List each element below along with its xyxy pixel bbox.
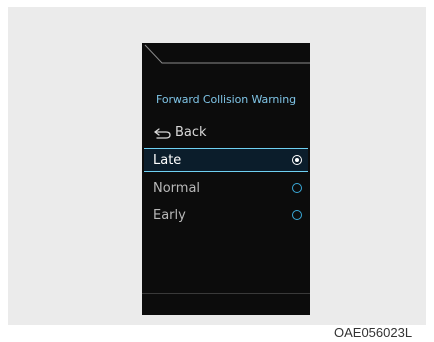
option-label: Late: [153, 152, 182, 168]
option-label: Early: [153, 207, 186, 223]
figure-code: OAE056023L: [334, 325, 413, 340]
option-normal[interactable]: Normal: [144, 176, 308, 200]
back-button[interactable]: Back: [154, 125, 207, 140]
menu-title: Forward Collision Warning: [155, 93, 297, 106]
radio-selected-icon: [292, 155, 302, 165]
radio-unselected-icon: [292, 183, 302, 193]
back-arrow-icon: [154, 127, 171, 139]
back-label: Back: [175, 125, 207, 140]
radio-unselected-icon: [292, 210, 302, 220]
cluster-display: Forward Collision Warning Back Late Norm…: [142, 43, 310, 315]
option-early[interactable]: Early: [144, 203, 308, 227]
display-bottom-divider: [142, 293, 310, 294]
option-late[interactable]: Late: [144, 148, 308, 172]
option-label: Normal: [153, 180, 201, 196]
display-frame-decoration: [144, 44, 310, 64]
